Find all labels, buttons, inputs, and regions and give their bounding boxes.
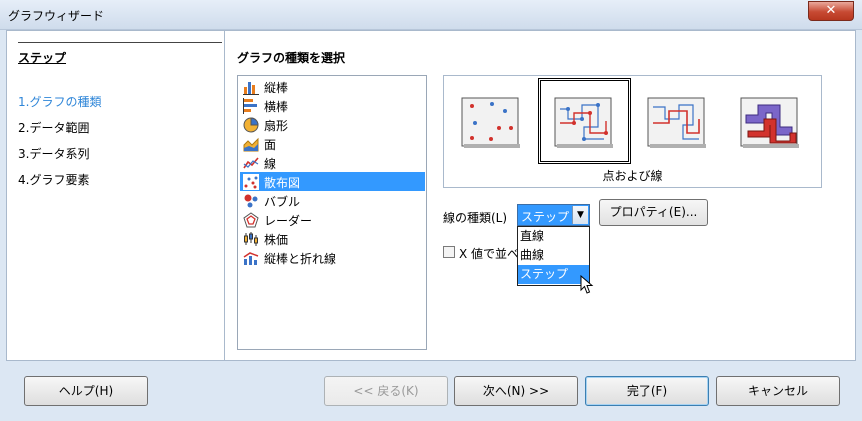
bubble-chart-icon [244, 194, 258, 208]
close-icon: ✕ [825, 3, 837, 18]
chart-type-bubble[interactable]: バブル [240, 191, 425, 210]
chart-type-column[interactable]: 縦棒 [240, 77, 425, 96]
window-title: グラフウィザード [8, 9, 105, 23]
column-line-chart-icon [243, 252, 259, 265]
scatter-3d-lines-icon [740, 97, 799, 148]
chart-type-radar[interactable]: レーダー [240, 210, 425, 229]
scatter-points-icon [461, 97, 520, 148]
step-data-series[interactable]: 3.データ系列 [18, 145, 89, 162]
close-button[interactable]: ✕ [808, 1, 854, 21]
chart-type-area[interactable]: 面 [240, 134, 425, 153]
chart-type-bar[interactable]: 横棒 [240, 96, 425, 115]
variant-3d-lines[interactable] [740, 97, 800, 149]
back-button[interactable]: << 戻る(K) [324, 376, 448, 406]
steps-heading: ステップ [18, 51, 67, 65]
variant-selection-frame [538, 78, 631, 164]
chart-type-heading: グラフの種類を選択 [237, 51, 346, 65]
variant-points-only[interactable] [461, 97, 521, 149]
sort-by-x-label[interactable]: X 値で並べ替え [459, 245, 517, 262]
scatter-lines-icon [647, 97, 706, 148]
variant-lines-only[interactable] [647, 97, 707, 149]
line-chart-icon [243, 157, 259, 169]
title-bar [0, 0, 862, 30]
help-button[interactable]: ヘルプ(H) [24, 376, 148, 406]
area-chart-icon [243, 137, 259, 152]
line-type-option-straight[interactable]: 直線 [518, 227, 589, 246]
chart-type-column-line[interactable]: 縦棒と折れ線 [240, 248, 425, 267]
stock-chart-icon [244, 232, 258, 246]
bar-chart-icon [243, 98, 257, 114]
line-type-option-step[interactable]: ステップ [518, 265, 589, 284]
radar-chart-icon [243, 212, 259, 228]
line-type-selected-value: ステップ [521, 210, 570, 224]
chart-type-scatter[interactable]: 散布図 [240, 172, 425, 191]
mouse-cursor-icon [580, 275, 594, 294]
cancel-button[interactable]: キャンセル [716, 376, 840, 406]
chart-type-line[interactable]: 線 [240, 153, 425, 172]
chart-type-stock[interactable]: 株価 [240, 229, 425, 248]
steps-heading-rule [18, 42, 222, 43]
steps-divider [224, 30, 225, 361]
step-chart-type[interactable]: 1.グラフの種類 [18, 93, 101, 110]
line-type-select[interactable]: ステップ ▼ [517, 204, 590, 226]
line-type-label: 線の種類(L) [443, 211, 508, 225]
properties-button[interactable]: プロパティ(E)... [599, 199, 708, 226]
chevron-down-icon[interactable]: ▼ [572, 206, 588, 224]
chart-type-pie[interactable]: 扇形 [240, 115, 425, 134]
step-data-range[interactable]: 2.データ範囲 [18, 119, 89, 136]
scatter-chart-icon [243, 174, 259, 190]
pie-chart-icon [243, 117, 259, 133]
line-type-option-curve[interactable]: 曲線 [518, 246, 589, 265]
column-chart-icon [243, 82, 259, 95]
sort-by-x-checkbox[interactable] [443, 246, 455, 258]
next-button[interactable]: 次へ(N) >> [454, 376, 578, 406]
variant-caption: 点および線 [602, 169, 663, 183]
finish-button[interactable]: 完了(F) [585, 376, 709, 406]
step-chart-elements[interactable]: 4.グラフ要素 [18, 171, 89, 188]
